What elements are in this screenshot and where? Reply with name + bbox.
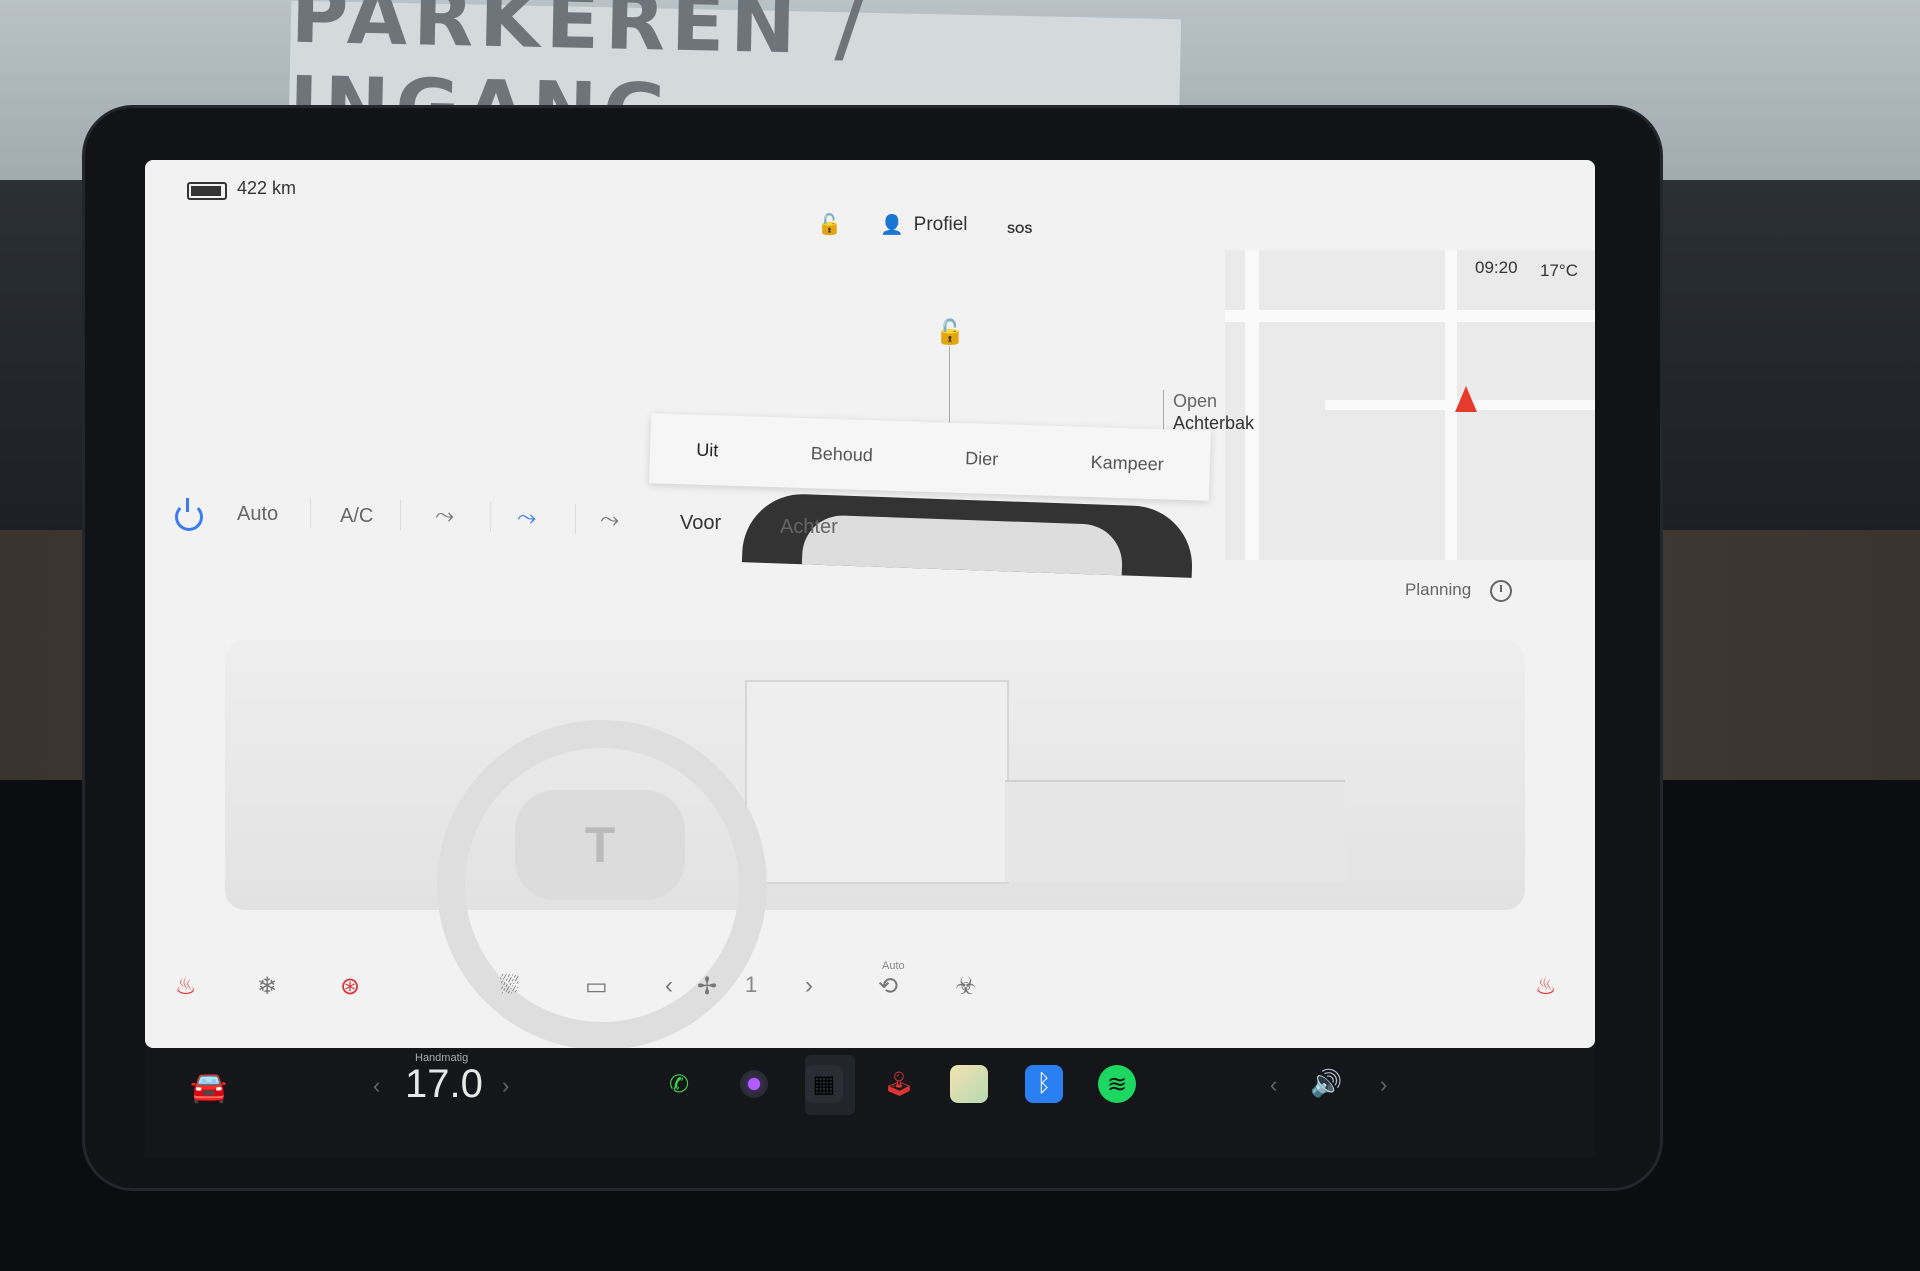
range-readout: 422 km <box>237 178 297 198</box>
spotify-icon[interactable]: ≋ <box>1098 1065 1136 1103</box>
phone-icon[interactable]: ✆ <box>660 1065 698 1103</box>
volume-decrease-icon[interactable]: ‹ <box>1270 1072 1277 1098</box>
climate-modes-popover: Uit Behoud Dier Kampeer <box>649 413 1211 501</box>
temp-decrease-icon[interactable]: ‹ <box>373 1073 380 1099</box>
auto-button[interactable]: Auto <box>237 503 278 526</box>
unlock-icon[interactable]: 🔓 <box>817 212 842 237</box>
fan-speed: 1 <box>745 972 758 997</box>
navigation-arrow-icon <box>1455 386 1477 412</box>
steering-heat-icon[interactable]: ⊛ <box>340 972 360 1001</box>
seat-heat-right-icon[interactable]: ♨ <box>1535 972 1557 1001</box>
tab-front[interactable]: Voor <box>680 512 721 535</box>
recirculation-icon[interactable]: ⟲ <box>878 972 898 1001</box>
mode-dier[interactable]: Dier <box>965 448 999 470</box>
airflow-feet-icon[interactable]: ⤳ <box>600 506 619 534</box>
tesla-logo-icon: T <box>515 790 685 900</box>
divider <box>490 502 491 532</box>
ac-button[interactable]: A/C <box>340 505 373 528</box>
temp-increase-icon[interactable]: › <box>502 1073 509 1099</box>
clock: 09:20 <box>1475 258 1518 277</box>
defrost-front-icon[interactable]: ⛆ <box>500 972 519 1000</box>
mode-uit[interactable]: Uit <box>696 439 719 461</box>
battery-icon <box>187 182 227 200</box>
power-icon[interactable] <box>175 498 203 531</box>
fan-decrease-icon[interactable]: ‹ <box>665 972 673 1000</box>
clock-icon[interactable] <box>1490 580 1512 602</box>
seat-cool-icon[interactable]: ❄ <box>257 972 277 1001</box>
touch-screen: 422 km 🔓 👤 Profiel SOS 09:20 17°C 🔓 Open… <box>145 160 1595 1048</box>
map-road <box>1225 310 1595 322</box>
car-unlock-icon[interactable]: 🔓 <box>935 318 965 347</box>
divider <box>310 498 311 528</box>
app-launcher-icon[interactable]: ▦ <box>805 1065 843 1103</box>
center-display-illustration <box>745 680 1009 884</box>
tab-rear[interactable]: Achter <box>780 516 838 539</box>
mode-kampeer[interactable]: Kampeer <box>1090 452 1164 475</box>
airflow-face-icon[interactable]: ⤳ <box>435 502 454 530</box>
person-icon: 👤 <box>880 215 904 236</box>
defrost-rear-icon[interactable]: ▭ <box>585 972 608 1001</box>
volume-increase-icon[interactable]: › <box>1380 1072 1387 1098</box>
mode-behoud[interactable]: Behoud <box>810 443 873 466</box>
recirculation-auto-label: Auto <box>882 960 905 972</box>
bluetooth-icon[interactable]: ᛒ <box>1025 1065 1063 1103</box>
volume-icon[interactable]: 🔊 <box>1310 1068 1342 1099</box>
outside-temperature: 17°C <box>1540 261 1578 280</box>
glovebox-illustration <box>1005 780 1345 882</box>
camera-icon[interactable] <box>735 1065 773 1103</box>
divider <box>400 500 401 530</box>
divider <box>575 504 576 534</box>
fan-increase-icon[interactable]: › <box>805 972 813 1000</box>
profile-label: Profiel <box>913 214 968 235</box>
trunk-status: Open <box>1173 391 1218 411</box>
profile-button[interactable]: 👤 Profiel <box>880 213 968 237</box>
airflow-face-feet-icon[interactable]: ⤳ <box>517 504 536 532</box>
toybox-icon[interactable] <box>950 1065 988 1103</box>
trunk-button[interactable]: Open Achterbak <box>1173 390 1254 434</box>
fan-icon: ✢ <box>697 973 718 1000</box>
seat-heat-left-icon[interactable]: ♨ <box>175 972 197 1001</box>
map-view[interactable] <box>1225 250 1595 560</box>
car-icon[interactable]: 🚘 <box>190 1070 227 1105</box>
arcade-icon[interactable]: 🕹 <box>880 1065 918 1103</box>
bottom-dock <box>145 1048 1595 1158</box>
sos-button[interactable]: SOS <box>1007 222 1032 236</box>
set-temperature[interactable]: 17.0 <box>405 1062 483 1107</box>
bioweapon-mode-icon[interactable]: ☣ <box>955 972 977 1001</box>
planning-button[interactable]: Planning <box>1405 580 1471 600</box>
